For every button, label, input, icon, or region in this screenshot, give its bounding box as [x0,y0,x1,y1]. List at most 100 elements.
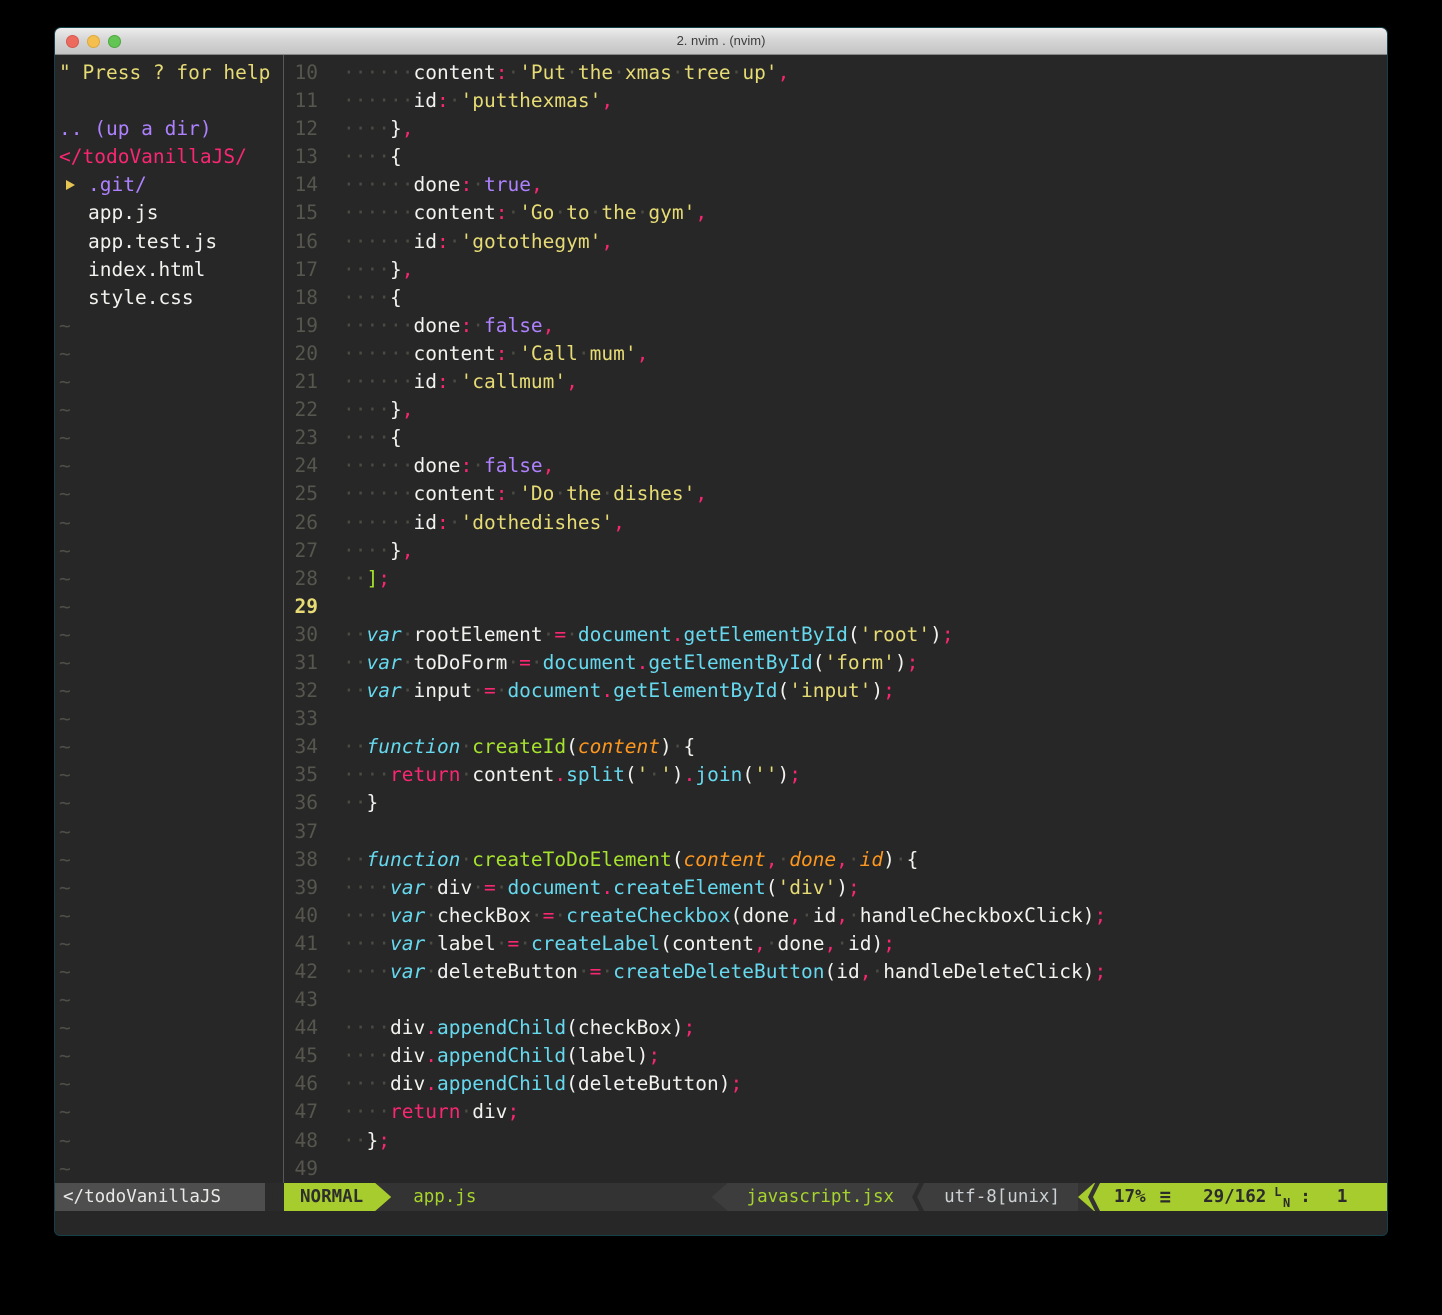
code-line[interactable]: 45····div.appendChild(label); [284,1042,1387,1070]
line-number: 48 [284,1127,318,1155]
code-line[interactable]: 21······id:·'callmum', [284,368,1387,396]
nerdtree-root[interactable]: </todoVanillaJS/ [55,143,283,171]
nerdtree-up-dir[interactable]: .. (up a dir) [55,115,283,143]
code-line[interactable]: 18····{ [284,284,1387,312]
filetype: javascript.jsx [711,1183,913,1211]
empty-line-tilde: ~ [55,452,283,480]
code-line[interactable]: 35····return·content.split('·').join('')… [284,761,1387,789]
empty-line-tilde: ~ [55,593,283,621]
nerdtree-sidebar[interactable]: " Press ? for help .. (up a dir)</todoVan… [55,55,283,1183]
code-line[interactable]: 14······done:·true, [284,171,1387,199]
line-number: 26 [284,509,318,537]
code-line[interactable]: 40····var·checkBox·=·createCheckbox(done… [284,902,1387,930]
zoom-icon[interactable] [108,35,121,48]
code-line[interactable]: 32··var·input·=·document.getElementById(… [284,677,1387,705]
nerdtree-file-index-html[interactable]: index.html [55,256,283,284]
code-line[interactable]: 46····div.appendChild(deleteButton); [284,1070,1387,1098]
code-line[interactable]: 17····}, [284,256,1387,284]
nerdtree-file-app-js[interactable]: app.js [55,199,283,227]
code-line[interactable]: 10······content:·'Put·the·xmas·tree·up', [284,59,1387,87]
line-number: 11 [284,87,318,115]
code-line[interactable]: 41····var·label·=·createLabel(content,·d… [284,930,1387,958]
code-line[interactable]: 47····return·div; [284,1098,1387,1126]
nerdtree-help: " Press ? for help [55,59,283,87]
empty-line-tilde: ~ [55,1127,283,1155]
code-line[interactable]: 12····}, [284,115,1387,143]
code-line[interactable]: 38··function·createToDoElement(content,·… [284,846,1387,874]
nerdtree-statusline-area: </todoVanillaJS [55,1183,284,1211]
filetype-encoding-segment: javascript.jsx utf-8[unix] [711,1183,1078,1211]
code-line[interactable]: 37 [284,818,1387,846]
line-number: 36 [284,789,318,817]
code-line[interactable]: 44····div.appendChild(checkBox); [284,1014,1387,1042]
empty-line-tilde: ~ [55,368,283,396]
line-number: 15 [284,199,318,227]
code-line[interactable]: 24······done:·false, [284,452,1387,480]
empty-line-tilde: ~ [55,1098,283,1126]
code-line[interactable]: 29 [284,593,1387,621]
code-line[interactable]: 20······content:·'Call·mum', [284,340,1387,368]
code-line[interactable]: 42····var·deleteButton·=·createDeleteBut… [284,958,1387,986]
code-line[interactable]: 27····}, [284,537,1387,565]
code-line[interactable]: 49 [284,1155,1387,1183]
code-line[interactable]: 19······done:·false, [284,312,1387,340]
line-number: 10 [284,59,318,87]
cursor-column: 1 [1337,1183,1348,1211]
empty-line-tilde: ~ [55,818,283,846]
code-line[interactable]: 15······content:·'Go·to·the·gym', [284,199,1387,227]
empty-line-tilde: ~ [55,986,283,1014]
code-line[interactable]: 26······id:·'dothedishes', [284,509,1387,537]
empty-line-tilde: ~ [55,1042,283,1070]
line-number: 29 [284,593,318,621]
empty-line-tilde: ~ [55,1070,283,1098]
statusline-spacer [476,1183,710,1211]
powerline-separator-icon [912,1183,924,1211]
line-number: 23 [284,424,318,452]
code-line[interactable]: 48··}; [284,1127,1387,1155]
line-number: 30 [284,621,318,649]
code-line[interactable]: 43 [284,986,1387,1014]
code-line[interactable]: 31··var·toDoForm·=·document.getElementBy… [284,649,1387,677]
line-number: 38 [284,846,318,874]
line-number: 33 [284,705,318,733]
code-line[interactable]: 25······content:·'Do·the·dishes', [284,480,1387,508]
cursor-position: 29/162 [1203,1183,1266,1211]
empty-line-tilde: ~ [55,761,283,789]
nerdtree-file-app-test-js[interactable]: app.test.js [55,228,283,256]
code-line[interactable]: 11······id:·'putthexmas', [284,87,1387,115]
line-number: 12 [284,115,318,143]
empty-line-tilde: ~ [55,733,283,761]
code-line[interactable]: 36··} [284,789,1387,817]
line-number: 44 [284,1014,318,1042]
close-icon[interactable] [66,35,79,48]
line-number: 45 [284,1042,318,1070]
code-line[interactable]: 16······id:·'gotothegym', [284,228,1387,256]
position-segment: 17% ≡ 29/162 LN : 1 [1078,1183,1387,1211]
line-number: 22 [284,396,318,424]
nerdtree-dir-git[interactable]: .git/ [55,171,283,199]
code-line[interactable]: 28··]; [284,565,1387,593]
nerdtree-blank [55,87,283,115]
empty-line-tilde: ~ [55,789,283,817]
empty-line-tilde: ~ [55,537,283,565]
statusline: </todoVanillaJS NORMAL app.js javascript… [55,1183,1387,1211]
command-line[interactable] [55,1211,1387,1235]
code-line[interactable]: 23····{ [284,424,1387,452]
code-line[interactable]: 30··var·rootElement·=·document.getElemen… [284,621,1387,649]
nerdtree-file-style-css[interactable]: style.css [55,284,283,312]
empty-line-tilde: ~ [55,705,283,733]
line-number: 13 [284,143,318,171]
code-line[interactable]: 22····}, [284,396,1387,424]
code-line[interactable]: 13····{ [284,143,1387,171]
code-line[interactable]: 39····var·div·=·document.createElement('… [284,874,1387,902]
line-number: 17 [284,256,318,284]
code-line[interactable]: 33 [284,705,1387,733]
code-line[interactable]: 34··function·createId(content)·{ [284,733,1387,761]
code-buffer[interactable]: 10······content:·'Put·the·xmas·tree·up',… [284,55,1387,1183]
minimize-icon[interactable] [87,35,100,48]
line-number: 49 [284,1155,318,1183]
line-number: 39 [284,874,318,902]
line-number: 31 [284,649,318,677]
collapsed-dir-arrow-icon[interactable] [66,180,75,190]
line-number: 28 [284,565,318,593]
